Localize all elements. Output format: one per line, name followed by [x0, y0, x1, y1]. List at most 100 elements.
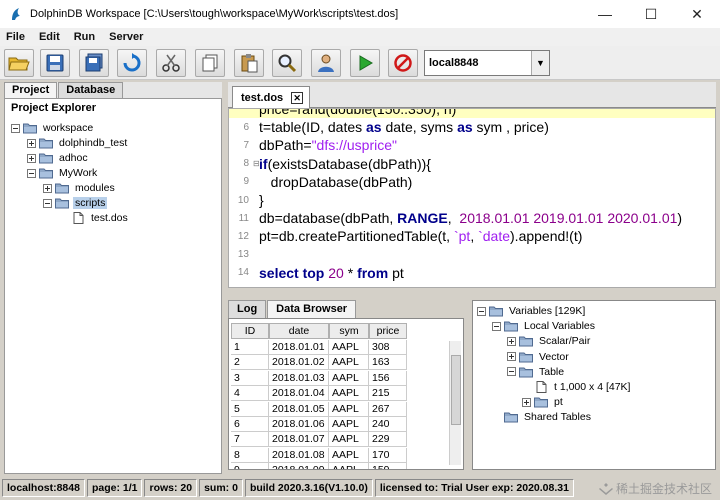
expand-icon[interactable]: [27, 138, 36, 148]
code-text: select top 20 * from pt: [259, 265, 404, 281]
text-token: dropDatabase(dbPath): [259, 173, 413, 190]
status-page: page: 1/1: [86, 479, 143, 497]
scroll-thumb[interactable]: [451, 355, 461, 425]
table-cell: AAPL: [329, 417, 369, 432]
table-row[interactable]: 1 2018.01.01 AAPL 308: [231, 340, 407, 355]
table-cell: 2018.01.03: [269, 370, 329, 386]
code-editor[interactable]: price=rand(double(150..350), n) 6 t=table(…: [228, 108, 716, 288]
project-tree-node[interactable]: workspace: [11, 121, 95, 135]
menu-run[interactable]: Run: [68, 31, 103, 43]
open-button[interactable]: [4, 49, 34, 77]
save-button[interactable]: [40, 49, 70, 77]
find-button[interactable]: [272, 49, 302, 77]
menu-server[interactable]: Server: [103, 31, 151, 43]
table-row[interactable]: 5 2018.01.05 AAPL 267: [231, 401, 407, 417]
table-cell: 170: [369, 447, 407, 463]
variables-tree-node[interactable]: Table: [507, 365, 566, 379]
table-cell: 2: [231, 355, 269, 371]
expand-icon[interactable]: [507, 336, 516, 346]
table-cell: 7: [231, 432, 269, 448]
close-button[interactable]: ✕: [674, 0, 720, 28]
column-header-date[interactable]: date: [269, 323, 329, 339]
folder-icon: [39, 138, 53, 149]
minimize-button[interactable]: —: [582, 0, 628, 28]
code-line: 10}: [229, 191, 715, 209]
variables-tree-node[interactable]: Variables [129K]: [477, 304, 587, 318]
table-cell: AAPL: [329, 463, 369, 469]
copy-button[interactable]: [195, 49, 225, 77]
column-header-id[interactable]: ID: [231, 323, 269, 339]
table-cell: 5: [231, 401, 269, 417]
stop-icon: [394, 54, 412, 72]
project-tree-node[interactable]: adhoc: [27, 151, 90, 165]
variables-tree-node[interactable]: t 1,000 x 4 [47K]: [522, 380, 632, 394]
expand-icon[interactable]: [43, 183, 52, 193]
paste-button[interactable]: [234, 49, 264, 77]
close-tab-icon[interactable]: ✕: [291, 91, 304, 104]
play-icon: [359, 55, 373, 71]
tab-data-browser[interactable]: Data Browser: [267, 300, 357, 318]
status-bar: localhost:8848 page: 1/1 rows: 20 sum: 0…: [0, 476, 720, 500]
table-row[interactable]: 2 2018.01.02 AAPL 163: [231, 355, 407, 371]
refresh-button[interactable]: [117, 49, 147, 77]
variables-tree-node[interactable]: Shared Tables: [492, 410, 593, 424]
table-cell: AAPL: [329, 340, 369, 355]
table-row[interactable]: 92018.01.09AAPL159: [231, 463, 407, 469]
server-select[interactable]: local8848 ▼: [424, 50, 550, 76]
variables-tree-label: Variables [129K]: [509, 305, 586, 317]
table-cell: 159: [369, 463, 407, 469]
table-row[interactable]: 3 2018.01.03 AAPL 156: [231, 370, 407, 386]
table-row[interactable]: 7 2018.01.07 AAPL 229: [231, 432, 407, 448]
collapse-icon[interactable]: [507, 367, 516, 377]
stop-button[interactable]: [388, 49, 418, 77]
cut-button[interactable]: [156, 49, 186, 77]
table-row[interactable]: 4 2018.01.04 AAPL 215: [231, 386, 407, 402]
table-cell: 215: [369, 386, 407, 402]
refresh-icon: [123, 53, 141, 72]
tab-log[interactable]: Log: [228, 300, 267, 318]
variables-tree-node[interactable]: pt: [522, 395, 565, 409]
collapse-icon[interactable]: [477, 306, 486, 316]
table-row[interactable]: 8 2018.01.08 AAPL 170: [231, 447, 407, 463]
chevron-down-icon[interactable]: ▼: [531, 51, 549, 75]
run-button[interactable]: [350, 49, 380, 77]
column-header-price[interactable]: price: [369, 323, 407, 339]
tab-project[interactable]: Project: [4, 82, 58, 98]
maximize-button[interactable]: ☐: [628, 0, 674, 28]
project-tree-node[interactable]: dolphindb_test: [27, 136, 129, 150]
expand-icon[interactable]: [507, 352, 516, 362]
code-line: 6 t=table(ID, dates as date, syms as sym …: [229, 118, 715, 136]
table-row[interactable]: 6 2018.01.06 AAPL 240: [231, 417, 407, 432]
magnifier-icon: [278, 54, 297, 73]
menu-edit[interactable]: Edit: [33, 31, 68, 43]
tab-test-dos[interactable]: test.dos ✕: [232, 86, 311, 108]
collapse-icon[interactable]: [492, 321, 501, 331]
data-browser-scrollbar[interactable]: [449, 341, 461, 465]
project-tree-node[interactable]: scripts: [43, 196, 108, 210]
project-tree-node[interactable]: MyWork: [27, 166, 99, 180]
open-folder-icon: [8, 57, 30, 71]
tab-database[interactable]: Database: [58, 82, 124, 98]
project-tree-label: workspace: [43, 122, 94, 134]
expand-icon[interactable]: [27, 153, 36, 163]
user-button[interactable]: [311, 49, 341, 77]
expand-icon[interactable]: [522, 397, 531, 407]
status-license: licensed to: Trial User exp: 2020.08.31: [374, 479, 574, 497]
variables-tree-node[interactable]: Vector: [507, 350, 571, 364]
column-header-sym[interactable]: sym: [329, 323, 369, 339]
folder-icon: [519, 352, 533, 363]
line-number: 13: [237, 249, 249, 261]
text-token: }: [259, 192, 264, 208]
save-all-button[interactable]: [79, 49, 109, 77]
project-tree-node[interactable]: test.dos: [59, 211, 130, 225]
code-text: dbPath="dfs://usprice": [259, 137, 397, 153]
collapse-icon[interactable]: [43, 198, 52, 208]
menu-file[interactable]: File: [0, 31, 33, 43]
project-tree-node[interactable]: modules: [43, 181, 117, 195]
collapse-icon[interactable]: [27, 168, 36, 178]
collapse-icon[interactable]: [11, 123, 20, 133]
variables-tree-node[interactable]: Scalar/Pair: [507, 334, 592, 348]
project-tree-label: test.dos: [91, 212, 128, 224]
watermark-text: 稀土掘金技术社区: [615, 482, 712, 496]
variables-tree-node[interactable]: Local Variables: [492, 319, 597, 333]
